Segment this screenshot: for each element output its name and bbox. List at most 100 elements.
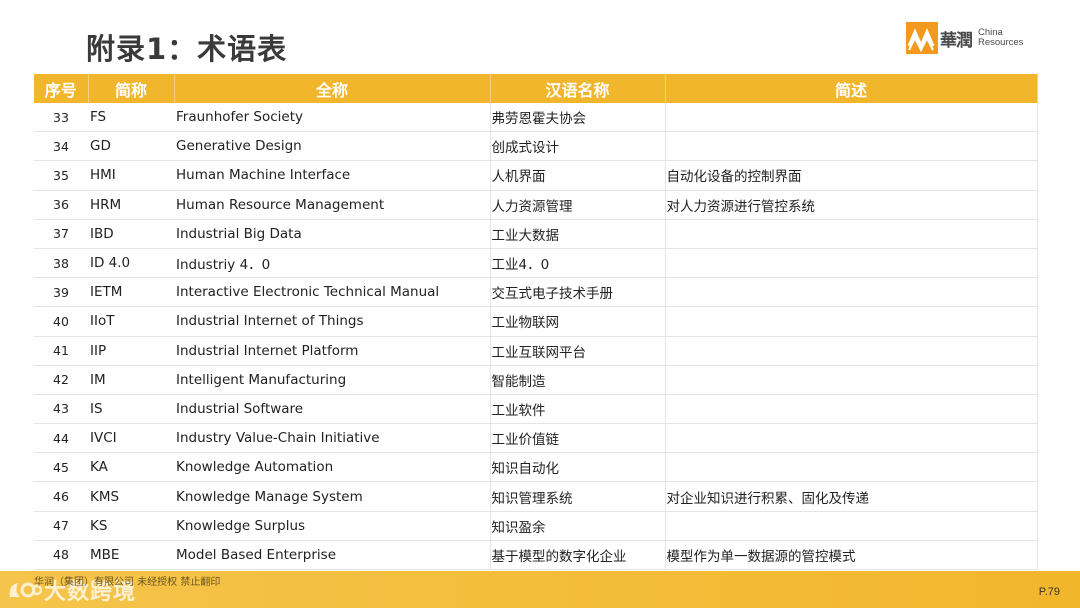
row-full-name: Knowledge Surplus [174,511,491,541]
row-index: 43 [34,394,88,425]
row-full-name: Industrial Software [174,394,491,425]
logo-english-line2: Resources [978,37,1024,48]
row-index: 40 [34,306,88,337]
row-full-name: Industrial Internet Platform [174,336,491,366]
row-abbreviation: KS [88,511,174,541]
row-description: 自动化设备的控制界面 [665,160,1038,191]
row-abbreviation: IETM [88,277,174,308]
row-index: 44 [34,423,88,454]
row-full-name: Generative Design [174,131,491,162]
glossary-table: 序号 简称 全称 汉语名称 简述 33 FS Fraunhofer Society 弗… [34,74,1038,571]
row-abbreviation: FS [88,103,174,133]
row-abbreviation: IIP [88,336,174,366]
row-chinese-name: 交互式电子技术手册 [490,277,666,308]
row-description [665,277,1038,308]
row-index: 37 [34,219,88,249]
row-index: 46 [34,481,88,512]
row-full-name: Knowledge Automation [174,452,491,483]
footer-bar: 大数跨境 华润（集团）有限公司 未经授权 禁止翻印 P.79 [0,571,1080,608]
row-index: 45 [34,452,88,483]
row-index: 42 [34,365,88,395]
row-description: 对企业知识进行积累、固化及传递 [665,481,1038,512]
row-full-name: Knowledge Manage System [174,481,491,512]
row-index: 33 [34,103,88,133]
row-description [665,131,1038,162]
row-chinese-name: 工业大数据 [490,219,666,249]
table-row: 34 GD Generative Design 创成式设计 [34,131,1038,162]
header-chinese-name: 汉语名称 [490,74,666,103]
row-chinese-name: 工业物联网 [490,306,666,337]
logo-chinese-text: 華潤 [940,30,973,51]
china-resources-logo: 華潤 China Resources [906,22,1023,54]
header-full-name: 全称 [174,74,491,103]
table-row: 48 MBE Model Based Enterprise 基于模型的数字化企业 模型作… [34,540,1038,571]
table-row: 37 IBD Industrial Big Data 工业大数据 [34,219,1038,249]
row-description [665,219,1038,249]
row-description [665,423,1038,454]
table-row: 43 IS Industrial Software 工业软件 [34,394,1038,425]
row-index: 47 [34,511,88,541]
row-full-name: Industriy 4．0 [174,248,491,279]
slide-title: 附录1：术语表 [86,32,288,66]
row-abbreviation: IS [88,394,174,425]
table-row: 39 IETM Interactive Electronic Technical M… [34,277,1038,308]
row-full-name: Industrial Internet of Things [174,306,491,337]
row-index: 39 [34,277,88,308]
row-abbreviation: GD [88,131,174,162]
row-chinese-name: 知识管理系统 [490,481,666,512]
row-index: 35 [34,160,88,191]
page-number: P.79 [1038,586,1060,598]
copyright-note: 华润（集团）有限公司 未经授权 禁止翻印 [34,577,221,588]
row-full-name: Human Machine Interface [174,160,491,191]
row-description [665,103,1038,133]
header-description: 简述 [665,74,1038,103]
table-row: 36 HRM Human Resource Management 人力资源管理 对人力资… [34,190,1038,220]
row-chinese-name: 工业软件 [490,394,666,425]
row-description [665,452,1038,483]
row-chinese-name: 智能制造 [490,365,666,395]
row-description [665,394,1038,425]
logo-mark-icon [906,22,938,54]
row-chinese-name: 弗劳恩霍夫协会 [490,103,666,133]
row-chinese-name: 工业价值链 [490,423,666,454]
row-abbreviation: IIoT [88,306,174,337]
row-chinese-name: 工业互联网平台 [490,336,666,366]
row-full-name: Industry Value-Chain Initiative [174,423,491,454]
table-row: 44 IVCI Industry Value-Chain Initiative 工业价… [34,423,1038,454]
header-index: 序号 [34,74,89,103]
table-row: 40 IIoT Industrial Internet of Things 工业物联网 [34,306,1038,337]
row-full-name: Industrial Big Data [174,219,491,249]
row-index: 41 [34,336,88,366]
row-chinese-name: 人机界面 [490,160,666,191]
row-abbreviation: KA [88,452,174,483]
table-row: 41 IIP Industrial Internet Platform 工业互联网平台 [34,336,1038,366]
row-description [665,336,1038,366]
table-body: 33 FS Fraunhofer Society 弗劳恩霍夫协会 34 GD Generat… [34,103,1038,571]
logo-english-text: China Resources [978,28,1023,48]
row-description [665,306,1038,337]
row-abbreviation: IBD [88,219,174,249]
row-index: 36 [34,190,88,220]
row-description [665,248,1038,279]
row-index: 34 [34,131,88,162]
row-abbreviation: KMS [88,481,174,512]
row-description: 模型作为单一数据源的管控模式 [665,540,1038,571]
table-row: 33 FS Fraunhofer Society 弗劳恩霍夫协会 [34,103,1038,133]
row-full-name: Interactive Electronic Technical Manual [174,277,491,308]
row-chinese-name: 基于模型的数字化企业 [490,540,666,571]
row-abbreviation: MBE [88,540,174,571]
table-row: 42 IM Intelligent Manufacturing 智能制造 [34,365,1038,395]
row-abbreviation: IVCI [88,423,174,454]
row-full-name: Intelligent Manufacturing [174,365,491,395]
row-chinese-name: 知识自动化 [490,452,666,483]
table-row: 38 ID 4.0 Industriy 4．0 工业4．0 [34,248,1038,279]
row-abbreviation: HRM [88,190,174,220]
row-chinese-name: 创成式设计 [490,131,666,162]
table-row: 45 KA Knowledge Automation 知识自动化 [34,452,1038,483]
table-header-row: 序号 简称 全称 汉语名称 简述 [34,74,1038,103]
row-abbreviation: IM [88,365,174,395]
row-full-name: Fraunhofer Society [174,103,491,133]
row-index: 48 [34,540,88,571]
row-chinese-name: 工业4．0 [490,248,666,279]
row-chinese-name: 知识盈余 [490,511,666,541]
